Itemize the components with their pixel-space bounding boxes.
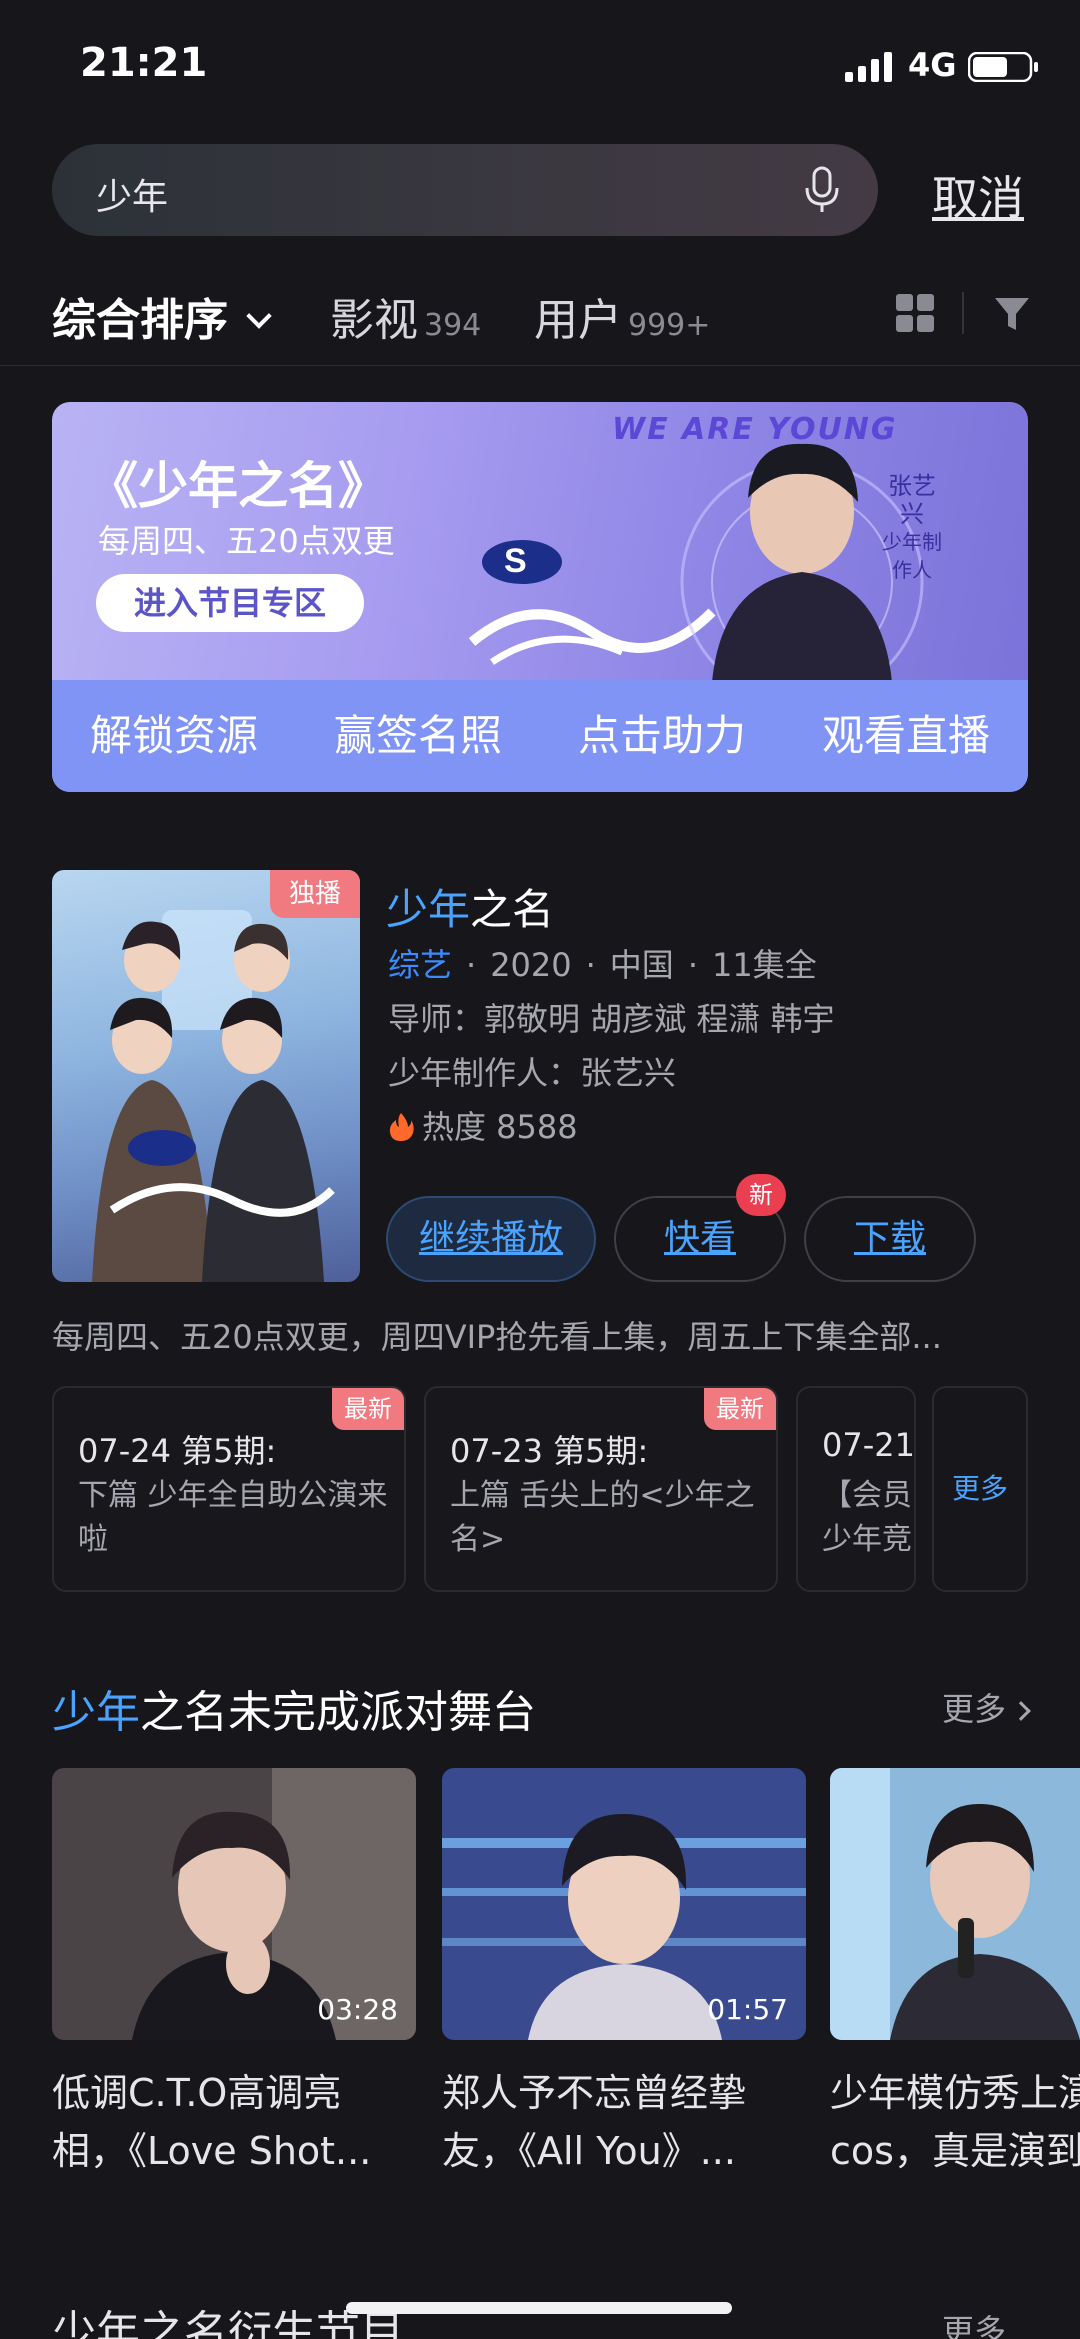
tab-video[interactable]: 影视 394 [330, 284, 481, 348]
show-meta: 综艺 · 2020 · 中国 · 11集全 [388, 946, 817, 984]
title-rest: 之名 [470, 885, 555, 934]
host-role: 少年制作人 [882, 530, 942, 582]
tab-users[interactable]: 用户 999+ [534, 284, 710, 348]
filter-icon[interactable] [992, 294, 1032, 334]
tab-label: 影视 [330, 295, 418, 346]
chevron-down-icon [246, 303, 272, 329]
video-card[interactable]: 少年模仿秀上演 cos，真是演到 [830, 1768, 1080, 2180]
action-watch-live[interactable]: 观看直播 [784, 680, 1028, 792]
episode-card[interactable]: 最新 07-23 第5期: 上篇 舌尖上的<少年之名> [424, 1386, 778, 1592]
banner-subtitle: 每周四、五20点双更 [98, 522, 395, 560]
host-tag: 张艺兴 少年制作人 [882, 472, 942, 584]
episodes-more-button[interactable]: 更多 [932, 1386, 1028, 1592]
more-label: 更多 [942, 2312, 1007, 2339]
video-duration: 01:57 [707, 1993, 788, 2026]
section-title: 少年之名未完成派对舞台 [52, 1676, 536, 1740]
status-time: 21:21 [80, 40, 208, 86]
video-title-line1: 少年模仿秀上演 [830, 2071, 1080, 2115]
search-input[interactable]: 少年 [52, 144, 878, 236]
latest-badge: 最新 [704, 1388, 776, 1430]
sort-label: 综合排序 [52, 295, 228, 346]
action-win-autograph[interactable]: 赢签名照 [296, 680, 540, 792]
divider [962, 292, 964, 334]
exclusive-badge: 独播 [270, 870, 360, 918]
episode-head: 07-21 [822, 1426, 915, 1464]
video-thumbnail[interactable]: 03:28 [52, 1768, 416, 2040]
host-name: 张艺兴 [888, 472, 936, 528]
signal-icon [845, 52, 892, 82]
show-poster[interactable]: 独播 [52, 870, 360, 1282]
status-bar: 21:21 4G [0, 0, 1080, 130]
microphone-icon[interactable] [802, 166, 842, 214]
video-thumbnail[interactable]: 01:57 [442, 1768, 806, 2040]
episode-desc: 上篇 舌尖上的<少年之名> [450, 1478, 755, 1557]
new-badge: 新 [736, 1174, 786, 1216]
video-title-line1: 低调C.T.O高调亮 [52, 2071, 342, 2115]
video-title-line2: 相，《Love Shot... [52, 2129, 372, 2173]
mentors: 郭敬明 胡彦斌 程潇 韩宇 [484, 1000, 835, 1038]
download-button[interactable]: 下载 [804, 1196, 976, 1282]
video-title-line2: cos，真是演到 [830, 2129, 1080, 2173]
heat-line: 热度 8588 [388, 1102, 578, 1148]
battery-icon [968, 52, 1038, 82]
episode-head: 07-23 第5期: [450, 1432, 649, 1470]
heat-value: 热度 8588 [422, 1108, 578, 1146]
episode-card[interactable]: 07-21 【会员少年竞 [796, 1386, 916, 1592]
episode-desc: 【会员少年竞 [822, 1478, 912, 1557]
latest-badge: 最新 [332, 1388, 404, 1430]
poster-image-icon [92, 910, 335, 1282]
video-duration: 03:28 [317, 1993, 398, 2026]
promo-banner[interactable]: 《少年之名》 每周四、五20点双更 进入节目专区 WE ARE YOUNG S … [52, 402, 1028, 792]
grid-view-icon[interactable] [894, 292, 936, 334]
tab-count: 394 [424, 308, 482, 343]
video-thumbnail-icon [830, 1768, 1080, 2040]
mentors-line: 导师：郭敬明 胡彦斌 程潇 韩宇 [388, 994, 835, 1040]
section-title-rest: 之名未完成派对舞台 [140, 1687, 536, 1738]
producer-line: 少年制作人：张艺兴 [388, 1054, 677, 1092]
show-description[interactable]: 每周四、五20点双更，周四VIP抢先看上集，周五上下集全部... [52, 1312, 1028, 1358]
episode-count: 11集全 [711, 946, 817, 984]
action-support[interactable]: 点击助力 [540, 680, 784, 792]
filter-bar: 综合排序 影视 394 用户 999+ [0, 270, 1080, 366]
fire-icon [389, 1113, 414, 1141]
year: 2020 [490, 946, 572, 984]
show-title[interactable]: 少年之名 [386, 876, 554, 937]
enter-program-button[interactable]: 进入节目专区 [96, 574, 364, 632]
video-card[interactable]: 03:28 低调C.T.O高调亮 相，《Love Shot... [52, 1768, 416, 2180]
video-title-line1: 郑人予不忘曾经挚 [442, 2071, 747, 2115]
tab-count: 999+ [628, 308, 711, 343]
sort-dropdown[interactable]: 综合排序 [52, 284, 272, 348]
action-unlock-resources[interactable]: 解锁资源 [52, 680, 296, 792]
more-label: 更多 [942, 1690, 1007, 1728]
banner-title: 《少年之名》 [88, 457, 388, 515]
chevron-right-icon [1011, 1701, 1031, 1721]
section-title-highlight: 少年 [52, 1687, 140, 1738]
svg-text:S: S [504, 542, 527, 580]
mentors-label: 导师： [388, 1000, 485, 1038]
video-title-line2: 友，《All You》... [442, 2129, 736, 2173]
region: 中国 [609, 946, 674, 984]
banner-actions: 解锁资源 赢签名照 点击助力 观看直播 [52, 680, 1028, 792]
cancel-button[interactable]: 取消 [932, 162, 1024, 228]
episode-desc: 下篇 少年全自助公演来啦 [78, 1478, 388, 1557]
continue-play-button[interactable]: 继续播放 [386, 1196, 596, 1282]
genre-link[interactable]: 综艺 [388, 946, 452, 984]
tab-label: 用户 [534, 295, 622, 346]
video-thumbnail[interactable] [830, 1768, 1080, 2040]
search-query: 少年 [96, 177, 169, 218]
section-more-button[interactable]: 更多 [942, 1684, 1031, 1730]
title-highlight: 少年 [386, 885, 471, 934]
network-type: 4G [908, 46, 957, 84]
home-indicator[interactable] [346, 2302, 732, 2314]
video-card[interactable]: 01:57 郑人予不忘曾经挚 友，《All You》... [442, 1768, 806, 2180]
episode-card[interactable]: 最新 07-24 第5期: 下篇 少年全自助公演来啦 [52, 1386, 406, 1592]
episode-head: 07-24 第5期: [78, 1432, 277, 1470]
next-section-more-button[interactable]: 更多 [942, 2306, 1006, 2339]
